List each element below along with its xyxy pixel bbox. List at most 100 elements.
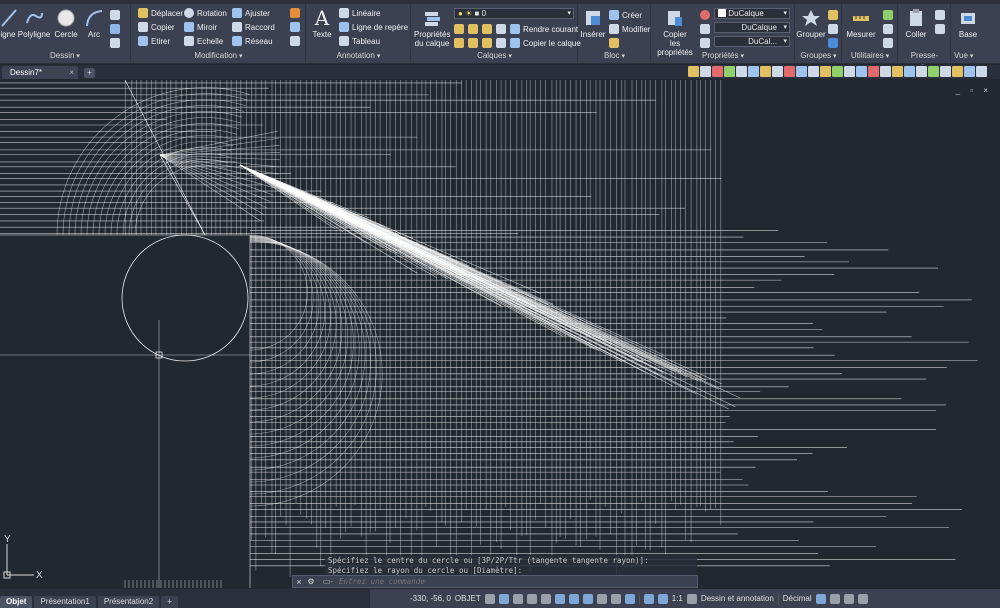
toolbar-icon[interactable] — [712, 66, 723, 77]
tab-layout1[interactable]: Présentation1 — [34, 596, 96, 608]
base-view-button[interactable]: Base — [954, 8, 982, 39]
layer-unlock-icon[interactable] — [496, 38, 506, 48]
annotation-visibility-icon[interactable] — [643, 593, 654, 604]
lineweight-toggle-icon[interactable] — [582, 593, 593, 604]
create-block-button[interactable]: Créer — [609, 10, 642, 20]
layer-dropdown[interactable]: ● ☀ ■ 0 — [454, 8, 574, 19]
toolbar-icon[interactable] — [724, 66, 735, 77]
layer-isolate-icon[interactable] — [482, 24, 492, 34]
isodraft-icon[interactable] — [540, 593, 551, 604]
toolbar-icon[interactable] — [832, 66, 843, 77]
text-button[interactable]: A Texte — [310, 8, 334, 39]
panel-title-vue[interactable]: Vue — [952, 50, 1000, 62]
polar-icon[interactable] — [526, 593, 537, 604]
arc-button[interactable]: Arc — [82, 8, 106, 39]
block-attribute-icon[interactable] — [609, 38, 619, 48]
group-select-icon[interactable] — [828, 38, 838, 48]
panel-title-dessin[interactable]: Dessin — [0, 50, 130, 62]
workspace-switcher[interactable]: Dessin et annotation — [701, 594, 774, 603]
layer-lock-icon[interactable] — [496, 24, 506, 34]
group-button[interactable]: Grouper — [796, 8, 826, 39]
workspace-gear-icon[interactable] — [686, 593, 697, 604]
panel-title-annotation[interactable]: Annotation — [307, 50, 410, 62]
array-button[interactable]: Réseau — [232, 36, 273, 46]
units-selector[interactable]: Décimal — [783, 594, 812, 603]
rectangle-icon[interactable] — [110, 10, 120, 20]
toolbar-icon[interactable] — [940, 66, 951, 77]
toolbar-icon[interactable] — [748, 66, 759, 77]
tab-layout2[interactable]: Présentation2 — [97, 596, 160, 608]
toolbar-icon[interactable] — [820, 66, 831, 77]
make-current-button[interactable]: Rendre courant — [510, 24, 578, 34]
customize-icon[interactable]: ⚙ — [305, 577, 317, 586]
toolbar-icon[interactable] — [976, 66, 987, 77]
isolate-objects-icon[interactable] — [829, 593, 840, 604]
edit-block-button[interactable]: Modifier — [609, 24, 650, 34]
drawing-canvas[interactable] — [0, 80, 1000, 588]
copy-button[interactable]: Copier — [138, 22, 175, 32]
paste-button[interactable]: Coller — [901, 8, 931, 39]
panel-title-bloc[interactable]: Bloc — [579, 50, 650, 62]
model-space-toggle[interactable]: OBJET — [455, 594, 481, 603]
quick-select-icon[interactable] — [883, 10, 893, 20]
table-button[interactable]: Tableau — [339, 36, 380, 46]
toolbar-icon[interactable] — [856, 66, 867, 77]
fillet-button[interactable]: Raccord — [232, 22, 275, 32]
toolbar-icon[interactable] — [928, 66, 939, 77]
hatch-icon[interactable] — [110, 24, 120, 34]
dynamic-ucs-icon[interactable] — [624, 593, 635, 604]
toolbar-icon[interactable] — [880, 66, 891, 77]
explode-icon[interactable] — [290, 22, 300, 32]
command-input[interactable] — [339, 576, 697, 587]
leader-button[interactable]: Ligne de repère — [339, 22, 408, 32]
autoscale-icon[interactable] — [657, 593, 668, 604]
add-layout-button[interactable]: + — [161, 596, 178, 608]
boundary-icon[interactable] — [110, 38, 120, 48]
osnap-icon[interactable] — [554, 593, 565, 604]
trim-button[interactable]: Ajuster — [232, 8, 270, 18]
close-icon[interactable]: × — [293, 577, 305, 587]
grid-icon[interactable] — [484, 593, 495, 604]
layer-on-icon[interactable] — [482, 38, 492, 48]
toolbar-icon[interactable] — [736, 66, 747, 77]
panel-title-groupes[interactable]: Groupes — [796, 50, 841, 62]
linear-dim-button[interactable]: Linéaire — [339, 8, 380, 18]
transparency-icon[interactable] — [596, 593, 607, 604]
color-dropdown[interactable]: DuCalque — [714, 8, 790, 19]
toolbar-icon[interactable] — [784, 66, 795, 77]
ungroup-icon[interactable] — [828, 10, 838, 20]
toolbar-icon[interactable] — [892, 66, 903, 77]
toolbar-icon[interactable] — [844, 66, 855, 77]
coordinates-readout[interactable]: -330, -56, 0 — [410, 594, 451, 603]
erase-icon[interactable] — [290, 8, 300, 18]
toolbar-icon[interactable] — [904, 66, 915, 77]
toolbar-icon[interactable] — [760, 66, 771, 77]
toolbar-icon[interactable] — [688, 66, 699, 77]
toolbar-icon[interactable] — [772, 66, 783, 77]
lineweight-dropdown[interactable]: DuCalque — [714, 22, 790, 33]
toolbar-icon[interactable] — [868, 66, 879, 77]
offset-icon[interactable] — [290, 36, 300, 46]
close-tab-icon[interactable]: × — [69, 66, 74, 79]
panel-title-calques[interactable]: Calques — [412, 50, 577, 62]
panel-title-modification[interactable]: Modification — [132, 50, 305, 62]
layer-properties-button[interactable]: Propriétés du calque — [414, 8, 450, 48]
panel-title-proprietes[interactable]: Propriétés — [652, 50, 794, 62]
rotate-button[interactable]: Rotation — [184, 8, 227, 18]
tab-model[interactable]: Objet — [0, 596, 33, 608]
new-tab-button[interactable]: + — [84, 68, 95, 78]
id-point-icon[interactable] — [883, 24, 893, 34]
toolbar-icon[interactable] — [964, 66, 975, 77]
viewport-controls[interactable]: _ ▫ × — [956, 86, 992, 95]
polyline-button[interactable]: Polyligne — [17, 8, 51, 39]
line-button[interactable]: igne — [0, 8, 17, 39]
layer-thaw-icon[interactable] — [468, 38, 478, 48]
selection-cycling-icon[interactable] — [610, 593, 621, 604]
copy-clip-icon[interactable] — [935, 24, 945, 34]
cut-icon[interactable] — [935, 10, 945, 20]
command-prompt-icon[interactable]: ▭- — [317, 577, 339, 586]
linetype-dropdown[interactable]: DuCal... — [714, 36, 790, 47]
annotation-scale[interactable]: 1:1 — [672, 594, 683, 603]
quick-properties-icon[interactable] — [815, 593, 826, 604]
otrack-icon[interactable] — [568, 593, 579, 604]
